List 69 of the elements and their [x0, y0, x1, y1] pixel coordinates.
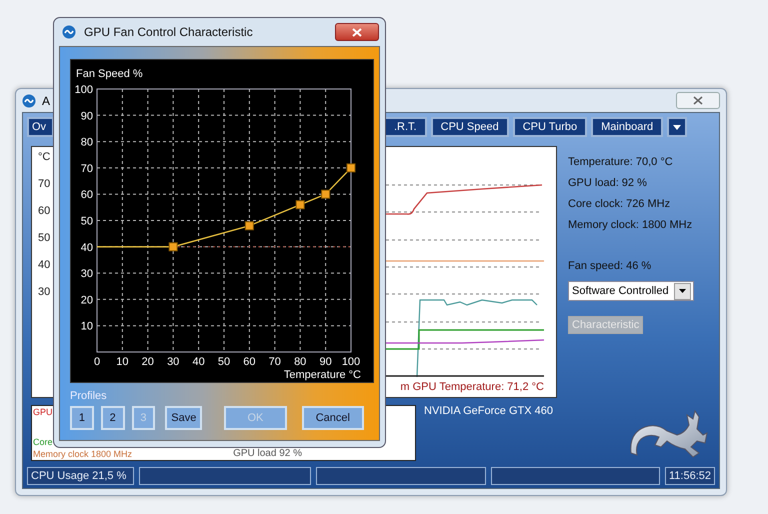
clock-status: 11:56:52 [664, 467, 715, 485]
device-name: NVIDIA GeForce GTX 460 [424, 405, 553, 419]
dialog-button[interactable]: Cancel [302, 406, 364, 430]
axis-label: 70 [38, 178, 52, 192]
app-logo-icon [22, 94, 36, 108]
tab[interactable]: Mainboard [591, 117, 664, 137]
fan-speed-text: Fan speed: 46 % [568, 260, 652, 272]
x-tick-label: 0 [94, 356, 100, 368]
close-icon [693, 96, 703, 105]
dialog-button[interactable]: 2 [100, 406, 125, 430]
reading-text: Core clock: 726 MHz [568, 198, 672, 210]
y-tick-label: 90 [80, 110, 93, 122]
curve-point-handle[interactable] [296, 200, 305, 210]
curve-point-handle[interactable] [346, 163, 356, 172]
curve-point-handle[interactable] [168, 242, 178, 252]
tab[interactable]: CPU Speed [430, 117, 509, 137]
x-tick-label: 60 [243, 356, 256, 368]
y-tick-label: 50 [80, 216, 93, 228]
tab[interactable]: .R.T. [384, 117, 427, 137]
curve-point-handle[interactable] [244, 221, 254, 230]
app-logo-icon [62, 25, 76, 39]
dialog-button[interactable]: Save [165, 406, 202, 430]
reading-text: Memory clock: 1800 MHz [568, 219, 694, 231]
axis-label: 30 [38, 286, 52, 300]
reading-text: Temperature: 70,0 °C [568, 156, 674, 168]
y-axis-title: Fan Speed % [76, 68, 143, 80]
legend-label: GPU load 92 % [233, 448, 302, 459]
chart-caption: m GPU Temperature: 71,2 °C [400, 381, 545, 395]
y-tick-label: 100 [74, 84, 93, 96]
legend-label: Core [33, 437, 53, 447]
x-tick-label: 10 [116, 356, 129, 368]
window-title: A [42, 94, 50, 108]
tab[interactable]: Ov [27, 117, 54, 137]
caret-icon [679, 289, 686, 293]
tab[interactable]: CPU Turbo [512, 117, 588, 137]
x-tick-label: 70 [268, 356, 281, 368]
y-tick-label: 20 [80, 294, 93, 306]
y-tick-label: 80 [80, 136, 93, 149]
axis-unit: °C [38, 151, 52, 165]
axis-label: 50 [38, 232, 52, 246]
close-button[interactable] [676, 92, 720, 109]
cpu-usage-status: CPU Usage 21,5 % [27, 467, 134, 485]
fan-mode-dropdown[interactable]: Software Controlled [568, 281, 694, 301]
legend-label: Memory clock 1800 MHz [33, 449, 132, 459]
dialog-button[interactable]: 1 [70, 406, 94, 430]
window-title: GPU Fan Control Characteristic [84, 25, 253, 39]
x-tick-label: 20 [142, 356, 154, 368]
x-tick-label: 30 [167, 356, 180, 368]
close-icon [352, 28, 362, 36]
x-tick-label: 80 [294, 356, 306, 368]
x-tick-label: 100 [342, 356, 360, 368]
x-axis-title: Temperature °C [284, 369, 361, 381]
reading-text: GPU load: 92 % [568, 177, 648, 189]
axis-label: 60 [38, 205, 52, 219]
y-tick-label: 60 [80, 189, 93, 202]
y-tick-label: 10 [80, 320, 93, 333]
caret-icon [673, 124, 682, 130]
y-tick-label: 30 [80, 268, 93, 280]
y-tick-label: 70 [80, 162, 93, 175]
x-tick-label: 40 [192, 356, 205, 368]
y-tick-label: 40 [80, 242, 93, 254]
curve-point-handle[interactable] [321, 190, 330, 199]
profiles-label: Profiles [70, 390, 108, 402]
legend-label: GPU [33, 407, 53, 417]
x-tick-label: 50 [218, 356, 230, 368]
close-button[interactable] [335, 23, 379, 41]
axis-label: 40 [38, 259, 52, 273]
x-tick-label: 90 [319, 356, 332, 368]
tab-menu-button[interactable] [667, 117, 688, 137]
